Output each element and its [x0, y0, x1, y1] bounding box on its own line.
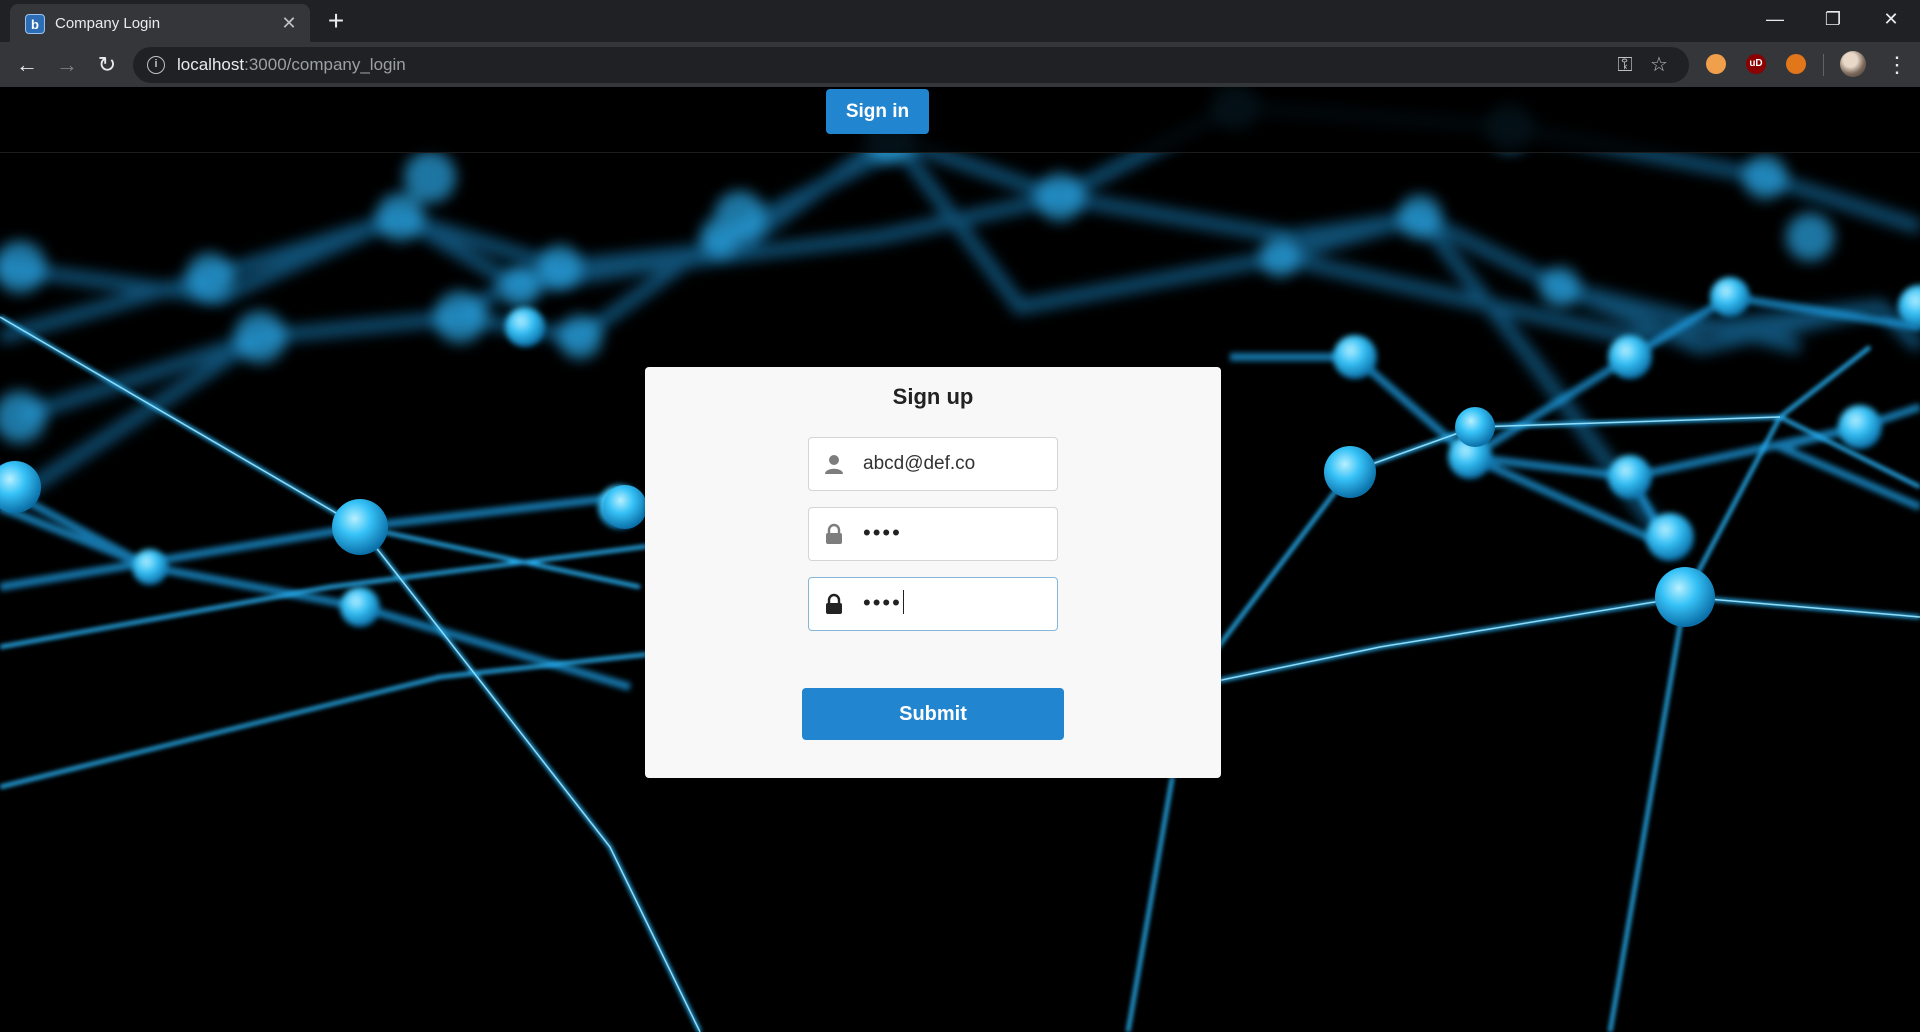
browser-tab-strip: b Company Login ✕ + — ❐ ✕	[0, 0, 1920, 42]
window-close-button[interactable]: ✕	[1868, 2, 1914, 36]
confirm-password-mask: ••••	[863, 590, 902, 615]
top-navbar: Sign in	[0, 87, 1920, 153]
site-info-icon[interactable]: i	[147, 56, 165, 74]
url-path: :3000/company_login	[244, 55, 406, 74]
page-viewport: Sign in Sign up abcd@def.co •••• •••• Su…	[0, 87, 1920, 1032]
back-button[interactable]: ←	[10, 48, 44, 82]
toolbar-separator	[1823, 54, 1824, 76]
forward-button[interactable]: →	[50, 48, 84, 82]
url-text[interactable]: localhost:3000/company_login	[177, 55, 406, 75]
confirm-password-field[interactable]: ••••	[808, 577, 1058, 631]
ublock-icon[interactable]: uD	[1746, 54, 1766, 74]
address-bar[interactable]: i localhost:3000/company_login ⚿ ☆	[133, 47, 1689, 83]
tab-close-icon[interactable]: ✕	[278, 12, 300, 34]
site-favicon-icon: b	[25, 14, 45, 34]
profile-avatar[interactable]	[1840, 51, 1866, 77]
password-field[interactable]: ••••	[808, 507, 1058, 561]
reload-button[interactable]: ↻	[90, 48, 124, 82]
signup-title: Sign up	[892, 384, 974, 409]
submit-button[interactable]: Submit	[802, 688, 1064, 740]
bookmark-star-icon[interactable]: ☆	[1647, 53, 1671, 77]
password-key-icon[interactable]: ⚿	[1613, 53, 1637, 77]
browser-toolbar: ← → ↻ i localhost:3000/company_login ⚿ ☆…	[0, 42, 1920, 87]
extension-orange-icon[interactable]	[1706, 54, 1726, 74]
confirm-password-value: ••••	[863, 590, 904, 616]
sign-in-button[interactable]: Sign in	[826, 89, 929, 134]
metamask-fox-icon[interactable]	[1786, 54, 1806, 74]
browser-menu-icon[interactable]: ⋮	[1880, 48, 1914, 82]
user-icon	[825, 455, 843, 474]
new-tab-button[interactable]: +	[322, 7, 350, 36]
lock-icon	[826, 593, 842, 614]
email-field[interactable]: abcd@def.co	[808, 437, 1058, 491]
browser-tab-active[interactable]: b Company Login ✕	[10, 4, 310, 42]
lock-icon	[826, 523, 842, 544]
text-caret	[902, 590, 904, 614]
window-minimize-button[interactable]: —	[1752, 2, 1798, 36]
tab-title: Company Login	[55, 15, 161, 32]
password-mask: ••••	[863, 520, 902, 545]
signup-card: Sign up abcd@def.co •••• •••• Submit	[645, 367, 1221, 778]
email-value: abcd@def.co	[863, 453, 976, 474]
url-host: localhost	[177, 55, 245, 74]
window-restore-button[interactable]: ❐	[1810, 2, 1856, 36]
